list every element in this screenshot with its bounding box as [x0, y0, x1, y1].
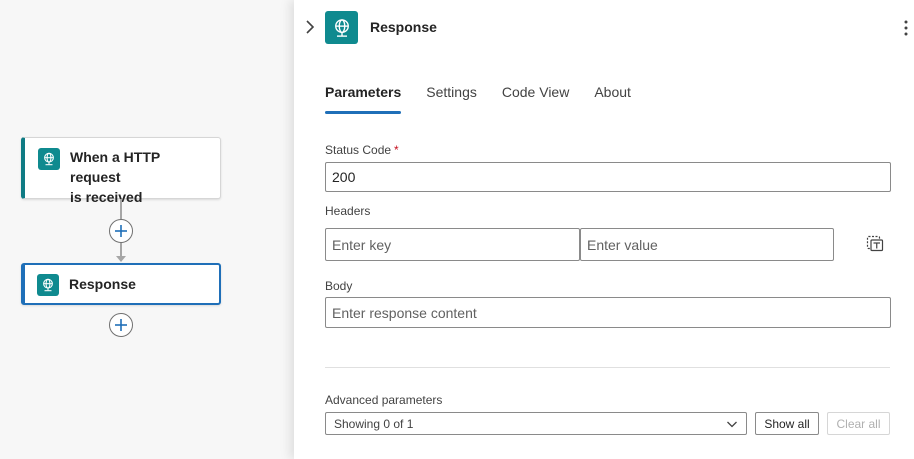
header-key-input[interactable] [325, 228, 580, 261]
tab-settings[interactable]: Settings [426, 84, 477, 116]
section-divider [325, 367, 890, 368]
globe-network-icon [37, 274, 59, 296]
tab-code-view[interactable]: Code View [502, 84, 569, 116]
panel-tabs: Parameters Settings Code View About [325, 84, 656, 116]
status-code-label-text: Status Code [325, 143, 392, 157]
panel-header: Response [294, 0, 914, 56]
trigger-label: When a HTTP request is received [70, 147, 212, 207]
workflow-canvas: When a HTTP request is received Response [0, 0, 294, 459]
required-mark: * [394, 143, 399, 157]
switch-to-text-mode-icon[interactable] [866, 234, 884, 252]
globe-network-icon [325, 11, 358, 44]
connector-line-bottom [120, 243, 122, 257]
connector-arrow [116, 256, 126, 262]
plus-icon [115, 319, 127, 331]
connector-line-top [120, 199, 122, 219]
advanced-parameters-selected: Showing 0 of 1 [334, 416, 414, 431]
tab-about[interactable]: About [594, 84, 631, 116]
globe-network-icon [38, 148, 60, 170]
status-code-input[interactable] [325, 162, 891, 192]
panel-title: Response [370, 19, 437, 35]
headers-label: Headers [325, 204, 371, 218]
show-all-button[interactable]: Show all [755, 412, 819, 435]
tab-parameters[interactable]: Parameters [325, 84, 402, 116]
response-card-label: Response [69, 276, 136, 292]
add-step-button[interactable] [109, 313, 133, 337]
more-options-icon[interactable] [902, 19, 910, 37]
trigger-label-line2: is received [70, 189, 143, 205]
trigger-card[interactable]: When a HTTP request is received [21, 137, 221, 205]
advanced-parameters-dropdown[interactable]: Showing 0 of 1 [325, 412, 747, 435]
chevron-right-icon[interactable] [304, 19, 316, 35]
header-value-input[interactable] [580, 228, 834, 261]
status-code-label: Status Code * [325, 143, 399, 157]
chevron-down-icon [727, 421, 737, 428]
advanced-parameters-label: Advanced parameters [325, 393, 443, 407]
response-card[interactable]: Response [21, 263, 221, 305]
plus-icon [115, 225, 127, 237]
body-label: Body [325, 279, 353, 293]
insert-step-button[interactable] [109, 219, 133, 243]
clear-all-button[interactable]: Clear all [827, 412, 890, 435]
trigger-label-line1: When a HTTP request [70, 149, 160, 185]
action-details-panel: Response Parameters Settings Code View A… [294, 0, 914, 459]
body-input[interactable] [325, 297, 891, 328]
